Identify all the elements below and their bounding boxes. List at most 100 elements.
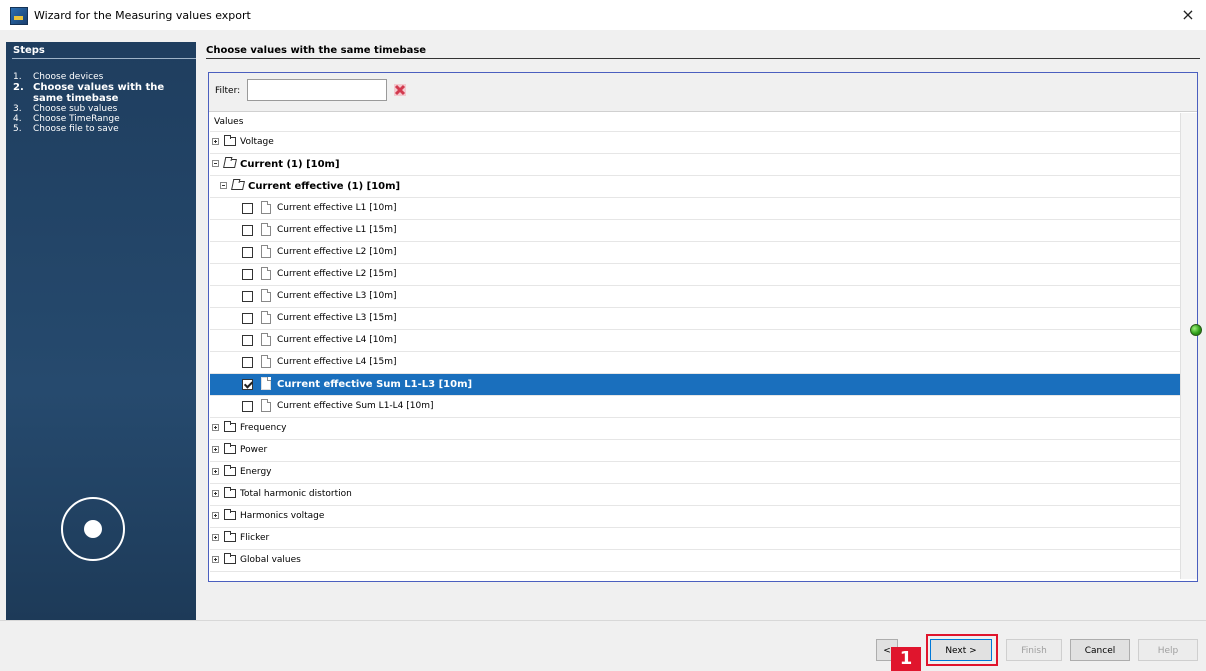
value-checkbox[interactable] bbox=[242, 225, 253, 236]
tree-row[interactable]: Current effective L4 [15m] bbox=[210, 352, 1181, 374]
tree-row-label: Current effective L2 [15m] bbox=[277, 269, 397, 279]
expand-icon[interactable] bbox=[212, 534, 219, 541]
tree-row[interactable]: Harmonics voltage bbox=[210, 506, 1181, 528]
tree-row[interactable]: Voltage bbox=[210, 132, 1181, 154]
document-icon bbox=[261, 245, 271, 258]
finish-button[interactable]: Finish bbox=[1006, 639, 1062, 661]
folder-icon bbox=[224, 421, 236, 432]
tree-row-label: Current effective L1 [10m] bbox=[277, 203, 397, 213]
step-number: 3. bbox=[13, 104, 22, 114]
step-label: Choose sub values bbox=[33, 104, 118, 114]
filter-input[interactable] bbox=[247, 79, 387, 101]
tree-row-label: Current effective L2 [10m] bbox=[277, 247, 397, 257]
cancel-button[interactable]: Cancel bbox=[1070, 639, 1130, 661]
folder-icon bbox=[224, 509, 236, 520]
folder-icon bbox=[224, 487, 236, 498]
step-label: Choose devices bbox=[33, 72, 104, 82]
tree-row-label: Flicker bbox=[240, 533, 270, 543]
step-number: 5. bbox=[13, 124, 22, 134]
folder-icon bbox=[224, 531, 236, 542]
help-button[interactable]: Help bbox=[1138, 639, 1198, 661]
step-label: Choose values with the same timebase bbox=[33, 82, 165, 104]
tree-row[interactable]: Current effective L4 [10m] bbox=[210, 330, 1181, 352]
value-checkbox[interactable] bbox=[242, 335, 253, 346]
value-checkbox[interactable] bbox=[242, 247, 253, 258]
tree-row[interactable]: Global values bbox=[210, 550, 1181, 572]
tree-row-label: Current (1) [10m] bbox=[240, 159, 340, 170]
expand-icon[interactable] bbox=[212, 556, 219, 563]
main-content: Choose values with the same timebase Fil… bbox=[206, 44, 1200, 590]
value-checkbox[interactable] bbox=[242, 401, 253, 412]
tree-row[interactable]: Current (1) [10m] bbox=[210, 154, 1181, 176]
document-icon bbox=[261, 377, 271, 390]
document-icon bbox=[261, 355, 271, 368]
tree-row[interactable]: Current effective L3 [10m] bbox=[210, 286, 1181, 308]
document-icon bbox=[261, 311, 271, 324]
tree-row[interactable]: Current effective Sum L1-L4 [10m] bbox=[210, 396, 1181, 418]
document-icon bbox=[261, 267, 271, 280]
step-number: 4. bbox=[13, 114, 22, 124]
document-icon bbox=[261, 333, 271, 346]
expand-icon[interactable] bbox=[212, 512, 219, 519]
document-icon bbox=[261, 201, 271, 214]
tree-row-label: Voltage bbox=[240, 137, 274, 147]
next-button-highlight bbox=[926, 634, 998, 666]
tree-row[interactable]: Power bbox=[210, 440, 1181, 462]
tree-row[interactable]: Flicker bbox=[210, 528, 1181, 550]
collapse-icon[interactable] bbox=[212, 160, 219, 167]
steps-divider bbox=[12, 58, 196, 59]
tree-row[interactable]: Current effective (1) [10m] bbox=[210, 176, 1181, 198]
tree-row-label: Current effective Sum L1-L4 [10m] bbox=[277, 401, 434, 411]
tree-row[interactable]: Frequency bbox=[210, 418, 1181, 440]
values-tree[interactable]: Values Voltage Current (1) [10m] Current e… bbox=[210, 113, 1181, 579]
status-ok-icon bbox=[1190, 324, 1202, 336]
heading-divider bbox=[206, 58, 1200, 59]
tree-row-label: Current effective L1 [15m] bbox=[277, 225, 397, 235]
clear-filter-icon[interactable] bbox=[394, 84, 406, 96]
collapse-icon[interactable] bbox=[220, 182, 227, 189]
value-checkbox[interactable] bbox=[242, 379, 253, 390]
folder-icon bbox=[231, 181, 245, 190]
folder-icon bbox=[224, 553, 236, 564]
step-item: 2. Choose values with the same timebase bbox=[13, 82, 193, 104]
tree-row[interactable]: Energy bbox=[210, 462, 1181, 484]
tree-row[interactable]: Current effective L1 [15m] bbox=[210, 220, 1181, 242]
tree-row-label: Current effective L4 [10m] bbox=[277, 335, 397, 345]
expand-icon[interactable] bbox=[212, 468, 219, 475]
expand-icon[interactable] bbox=[212, 446, 219, 453]
steps-title: Steps bbox=[13, 45, 45, 56]
value-checkbox[interactable] bbox=[242, 313, 253, 324]
step-label: Choose file to save bbox=[33, 124, 119, 134]
tree-row-label: Current effective L4 [15m] bbox=[277, 357, 397, 367]
tree-row[interactable]: Total harmonic distortion bbox=[210, 484, 1181, 506]
tree-row[interactable]: Current effective L3 [15m] bbox=[210, 308, 1181, 330]
tree-row-label: Total harmonic distortion bbox=[240, 489, 352, 499]
expand-icon[interactable] bbox=[212, 424, 219, 431]
tree-row[interactable]: Current effective L2 [15m] bbox=[210, 264, 1181, 286]
document-icon bbox=[261, 223, 271, 236]
expand-icon[interactable] bbox=[212, 490, 219, 497]
value-checkbox[interactable] bbox=[242, 291, 253, 302]
tree-row[interactable]: Current effective Sum L1-L3 [10m] bbox=[210, 374, 1181, 396]
title-bar: Wizard for the Measuring values export × bbox=[0, 0, 1206, 30]
close-icon[interactable]: × bbox=[1178, 5, 1198, 25]
step-item: 3. Choose sub values bbox=[13, 104, 193, 114]
tree-header-label: Values bbox=[214, 117, 244, 127]
value-checkbox[interactable] bbox=[242, 357, 253, 368]
wizard-badge-icon bbox=[61, 497, 125, 561]
step-label: Choose TimeRange bbox=[33, 114, 120, 124]
expand-icon[interactable] bbox=[212, 138, 219, 145]
document-icon bbox=[261, 289, 271, 302]
tree-row[interactable]: Current effective L1 [10m] bbox=[210, 198, 1181, 220]
value-checkbox[interactable] bbox=[242, 203, 253, 214]
values-panel: Filter: Values Voltage Current (1) [10m] C… bbox=[208, 72, 1198, 582]
value-checkbox[interactable] bbox=[242, 269, 253, 280]
tree-row[interactable]: Current effective L2 [10m] bbox=[210, 242, 1181, 264]
step-item: 4. Choose TimeRange bbox=[13, 114, 193, 124]
app-icon bbox=[10, 7, 28, 25]
folder-icon bbox=[224, 135, 236, 146]
folder-icon bbox=[224, 443, 236, 454]
tree-scrollbar[interactable] bbox=[1180, 113, 1197, 579]
step-item: 5. Choose file to save bbox=[13, 124, 193, 134]
tree-row-label: Harmonics voltage bbox=[240, 511, 325, 521]
